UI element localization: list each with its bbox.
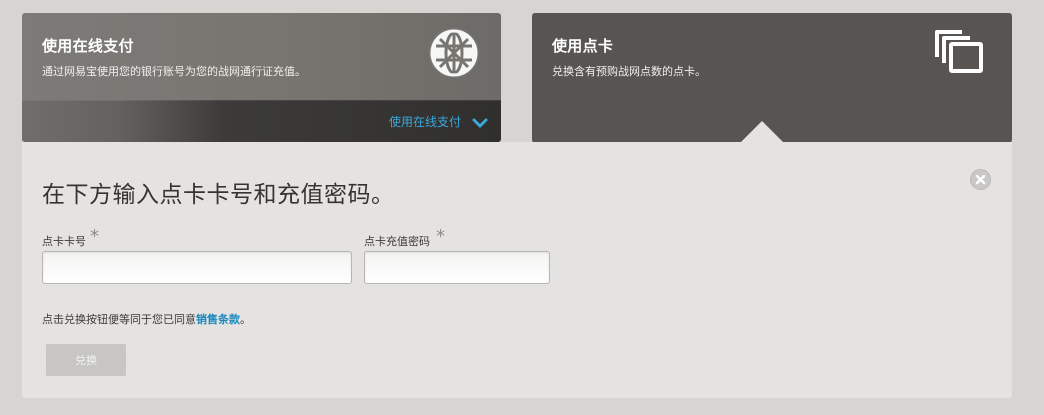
terms-of-sale-link[interactable]: 销售条款 [196,313,240,326]
card-number-label: 点卡卡号 [42,235,86,248]
terms-notice: 点击兑换按钮便等同于您已同意销售条款。 [42,311,251,327]
globe-icon [428,27,480,79]
points-card-title: 使用点卡 [552,37,614,55]
close-icon [975,174,986,185]
points-card[interactable]: 使用点卡 兑换含有预购战网点数的点卡。 [532,13,1012,144]
panel-title: 在下方输入点卡卡号和充值密码。 [42,182,395,208]
redeem-button[interactable]: 兑换 [46,344,126,376]
card-redeem-panel: 在下方输入点卡卡号和充值密码。 点卡卡号 * 点卡充值密码 * 点击兑换按钮便等… [22,142,1012,398]
card-password-required-mark: * [436,226,445,247]
selection-notch [739,121,785,144]
online-payment-card[interactable]: 使用在线支付 通过网易宝使用您的银行账号为您的战网通行证充值。 使用在线支付 [22,13,501,142]
card-number-required-mark: * [90,226,99,247]
terms-prefix: 点击兑换按钮便等同于您已同意 [42,313,196,326]
terms-suffix: 。 [240,313,251,326]
chevron-down-icon[interactable] [472,114,488,128]
online-payment-description: 通过网易宝使用您的银行账号为您的战网通行证充值。 [42,65,306,78]
use-online-payment-link[interactable]: 使用在线支付 [389,113,461,130]
card-password-label: 点卡充值密码 [364,235,430,248]
points-card-description: 兑换含有预购战网点数的点卡。 [552,65,706,78]
card-number-input[interactable] [42,251,352,284]
cards-icon [932,27,988,81]
card-password-input[interactable] [364,251,550,284]
online-payment-action-bar[interactable]: 使用在线支付 [22,100,501,142]
close-button[interactable] [970,169,991,190]
online-payment-title: 使用在线支付 [42,37,134,55]
